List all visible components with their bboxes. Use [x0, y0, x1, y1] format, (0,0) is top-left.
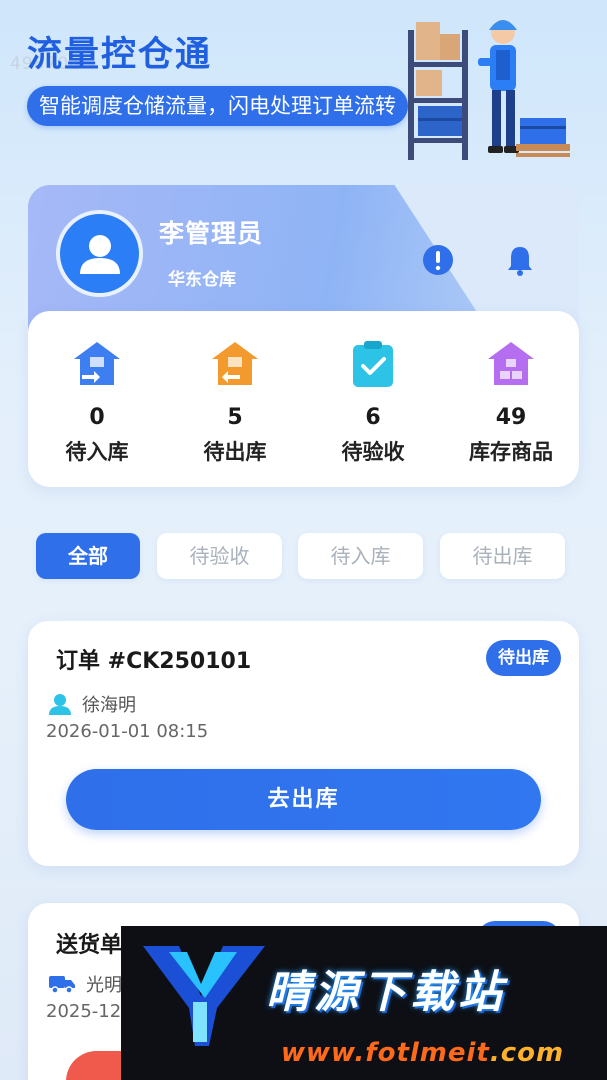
alert-button[interactable] [421, 243, 455, 277]
user-avatar-icon [79, 234, 120, 274]
stat-value: 0 [89, 405, 105, 430]
order-title: 订单 #CK250101 [56, 649, 252, 674]
truck-icon [49, 976, 75, 994]
order-time: 2026-01-01 08:15 [46, 721, 209, 742]
stat-value: 6 [365, 405, 381, 430]
site-url-main: www.fotlmeit [281, 1038, 490, 1068]
stat-label: 待出库 [203, 440, 267, 464]
user-name: 李管理员 [159, 219, 264, 248]
source-name: 光明 [86, 975, 122, 996]
stat-label: 待入库 [65, 440, 129, 464]
stat-pending-inspection[interactable]: 6 待验收 [304, 311, 442, 487]
warehouse-worker-illustration [408, 20, 570, 160]
clipboard-check-icon [353, 341, 393, 387]
status-badge: 待出库 [486, 640, 561, 676]
stat-label: 库存商品 [469, 440, 553, 464]
order-card[interactable]: 订单 #CK250101 待出库 徐海明 2026-01-01 08:15 去出… [28, 621, 579, 866]
stat-label: 待验收 [341, 440, 405, 464]
site-logo-icon [143, 946, 265, 1046]
tab-pending-outbound[interactable]: 待出库 [440, 533, 565, 579]
order-title: 送货单 [56, 933, 123, 958]
user-avatar[interactable] [56, 210, 143, 297]
slogan-badge: 智能调度仓储流量，闪电处理订单流转 [27, 86, 408, 126]
site-name: 晴源下载站 [266, 967, 506, 1018]
site-watermark-banner: 晴源下载站 www.fotlmeit.com [121, 926, 607, 1080]
inbound-warehouse-icon [74, 342, 120, 385]
go-outbound-button[interactable]: 去出库 [66, 769, 541, 830]
bell-icon [508, 247, 532, 276]
inventory-house-icon [488, 342, 534, 385]
stats-card: 0 待入库 5 待出库 6 待验收 49 库存商品 [28, 311, 579, 487]
order-time: 2025-12 [46, 1001, 122, 1022]
person-icon [49, 694, 71, 715]
app-title: 流量控仓通 [27, 35, 213, 75]
stat-pending-inbound[interactable]: 0 待入库 [28, 311, 166, 487]
stat-pending-outbound[interactable]: 5 待出库 [166, 311, 304, 487]
order-person: 徐海明 [48, 691, 136, 717]
order-source: 光明 [48, 971, 122, 997]
warehouse-name: 华东仓库 [168, 270, 236, 290]
stat-value: 49 [495, 405, 527, 430]
stat-value: 5 [227, 405, 243, 430]
notification-button[interactable] [503, 243, 537, 277]
tab-all[interactable]: 全部 [36, 533, 140, 579]
outbound-warehouse-icon [212, 342, 258, 385]
exclamation-circle-icon [423, 245, 453, 275]
site-url: www.fotlmeit.com [281, 1038, 564, 1068]
tab-pending-inspection[interactable]: 待验收 [157, 533, 282, 579]
site-url-tail: .com [489, 1038, 565, 1068]
person-name: 徐海明 [82, 695, 136, 716]
tab-pending-inbound[interactable]: 待入库 [298, 533, 423, 579]
stat-inventory[interactable]: 49 库存商品 [442, 311, 580, 487]
